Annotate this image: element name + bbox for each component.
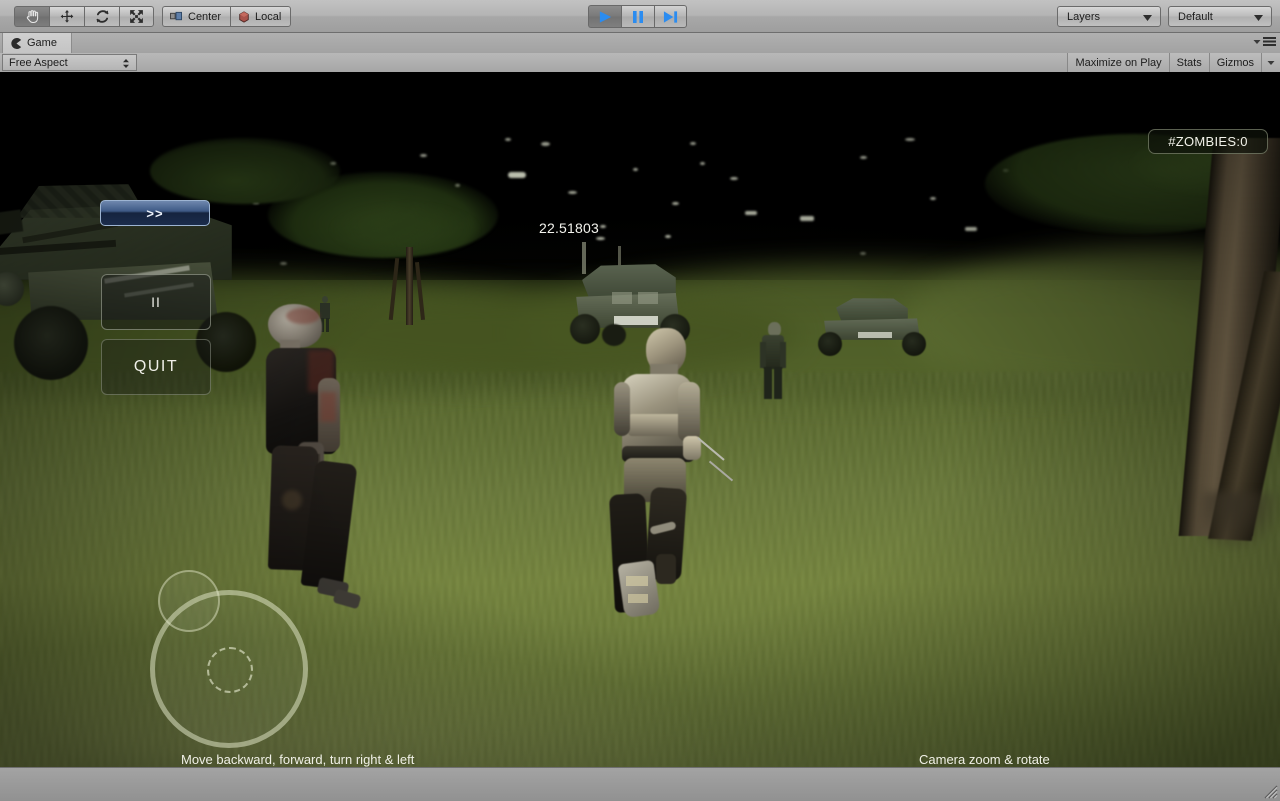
next-button[interactable]: >> xyxy=(100,200,210,226)
move-caption-label: Move backward, forward, turn right & lef… xyxy=(181,752,415,767)
layers-label: Layers xyxy=(1067,10,1101,23)
panel-menu-icon xyxy=(1263,37,1276,46)
unity-editor-window: Center Local Layers Default Game Free As… xyxy=(0,0,1280,801)
game-timer: 22.51803 xyxy=(539,220,599,236)
game-pause-button[interactable]: II xyxy=(101,274,211,330)
hand-icon xyxy=(26,10,38,24)
panel-menu-button[interactable] xyxy=(1253,36,1276,47)
player-character xyxy=(604,328,734,619)
game-panel: Game Free Aspect Maximize on Play Stats … xyxy=(0,33,1280,767)
game-view-icon xyxy=(11,37,22,49)
layout-label: Default xyxy=(1178,10,1213,23)
zombies-counter: #ZOMBIES:0 xyxy=(1148,129,1268,154)
pivot-mode-label: Center xyxy=(188,10,222,23)
step-icon xyxy=(663,10,678,23)
status-bar xyxy=(0,767,1280,801)
transform-tools-group xyxy=(14,6,154,27)
scale-tool-button[interactable] xyxy=(119,6,154,27)
layout-dropdown[interactable]: Default xyxy=(1168,6,1272,27)
chevron-down-icon xyxy=(1143,15,1152,21)
distant-figure-right xyxy=(758,322,788,400)
zombies-counter-label: #ZOMBIES:0 xyxy=(1168,134,1248,149)
game-view-toolbar-right: Maximize on Play Stats Gizmos xyxy=(1067,53,1280,72)
virtual-joystick-knob[interactable] xyxy=(158,570,220,632)
play-controls-group xyxy=(588,5,687,28)
tab-game-label: Game xyxy=(27,37,57,49)
play-button[interactable] xyxy=(588,5,621,28)
pause-icon xyxy=(633,10,643,23)
zombie-character xyxy=(264,304,376,616)
layers-dropdown[interactable]: Layers xyxy=(1057,6,1161,27)
move-icon xyxy=(60,9,74,23)
gizmos-dropdown-button[interactable] xyxy=(1261,53,1280,72)
pivot-tools-group: Center Local xyxy=(162,6,292,27)
camera-caption-label: Camera zoom & rotate xyxy=(919,752,1050,767)
panel-tab-bar: Game xyxy=(0,33,1280,54)
editor-toolbar: Center Local Layers Default xyxy=(0,0,1280,33)
chevron-down-icon xyxy=(1267,60,1275,65)
game-pause-button-label: II xyxy=(151,294,161,310)
next-button-label: >> xyxy=(146,205,164,221)
aspect-ratio-label: Free Aspect xyxy=(9,56,68,69)
gizmos-toggle[interactable]: Gizmos xyxy=(1208,53,1261,72)
quit-button-label: QUIT xyxy=(133,358,179,375)
resize-grip-icon[interactable] xyxy=(1262,783,1278,799)
tab-game[interactable]: Game xyxy=(2,33,72,53)
center-pivot-icon xyxy=(170,11,183,21)
scale-icon xyxy=(130,10,143,23)
aspect-ratio-dropdown[interactable]: Free Aspect xyxy=(2,54,137,71)
quit-button[interactable]: QUIT xyxy=(101,339,211,395)
rotate-icon xyxy=(96,10,108,23)
local-space-icon xyxy=(239,10,249,23)
step-button[interactable] xyxy=(654,5,687,28)
updown-arrows-icon xyxy=(123,59,129,68)
virtual-joystick-center xyxy=(207,647,253,693)
stats-label: Stats xyxy=(1176,56,1202,69)
move-tool-button[interactable] xyxy=(49,6,84,27)
game-timer-label: 22.51803 xyxy=(539,220,599,236)
maximize-on-play-toggle[interactable]: Maximize on Play xyxy=(1067,53,1169,72)
move-caption: Move backward, forward, turn right & lef… xyxy=(181,752,414,767)
armored-vehicle-right xyxy=(818,296,928,362)
hand-tool-button[interactable] xyxy=(14,6,49,27)
camera-caption: Camera zoom & rotate xyxy=(919,752,1050,767)
play-icon xyxy=(599,10,611,23)
pivot-rotation-label: Local xyxy=(255,10,282,23)
maximize-on-play-label: Maximize on Play xyxy=(1075,56,1162,69)
stats-toggle[interactable]: Stats xyxy=(1168,53,1209,72)
pause-button[interactable] xyxy=(621,5,654,28)
rotate-tool-button[interactable] xyxy=(84,6,119,27)
game-view-toolbar: Free Aspect Maximize on Play Stats Gizmo… xyxy=(0,53,1280,73)
gizmos-label: Gizmos xyxy=(1216,56,1254,69)
pivot-rotation-button[interactable]: Local xyxy=(230,6,292,27)
game-view-render[interactable]: #ZOMBIES:0 22.51803 >> II QUIT Move back… xyxy=(0,72,1280,767)
chevron-down-icon xyxy=(1253,39,1261,44)
chevron-down-icon xyxy=(1254,15,1263,21)
pivot-mode-button[interactable]: Center xyxy=(162,6,231,27)
